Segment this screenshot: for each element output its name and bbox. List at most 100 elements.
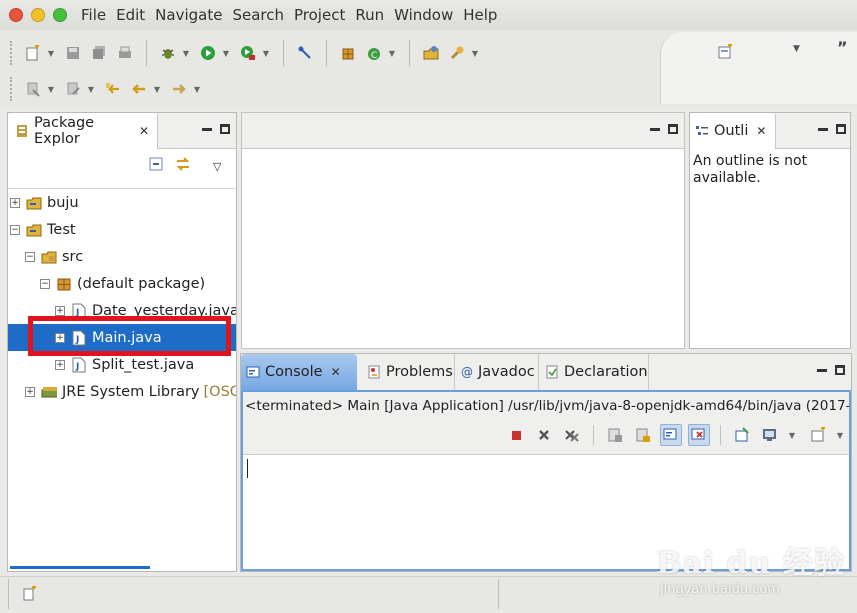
open-type-icon[interactable] xyxy=(420,42,442,64)
tab-package-explorer[interactable]: Package Explor ✕ xyxy=(8,113,158,149)
menu-search[interactable]: Search xyxy=(232,6,284,24)
forward-dropdown-icon[interactable]: ▼ xyxy=(192,78,202,100)
link-with-editor-icon[interactable] xyxy=(175,157,191,175)
expand-icon[interactable]: + xyxy=(25,386,35,397)
minimize-icon[interactable] xyxy=(818,128,828,131)
tree-item[interactable]: − (default package) xyxy=(8,270,236,297)
remove-launch-icon[interactable] xyxy=(533,424,555,446)
minimize-icon[interactable] xyxy=(650,128,660,131)
debug-icon[interactable] xyxy=(157,42,179,64)
save-all-icon[interactable] xyxy=(88,42,110,64)
menu-navigate[interactable]: Navigate xyxy=(155,6,222,24)
new-class-dropdown-icon[interactable]: ▼ xyxy=(387,42,397,64)
maximize-icon[interactable] xyxy=(835,365,845,375)
fast-view-icon[interactable] xyxy=(22,585,38,606)
tree-item[interactable]: + JRE System Library[OSGi, xyxy=(8,378,236,405)
window-maximize-button[interactable] xyxy=(53,8,67,22)
collapse-icon[interactable]: − xyxy=(40,278,50,289)
previous-annotation-icon[interactable] xyxy=(62,78,84,100)
tree-item[interactable]: − src xyxy=(8,243,236,270)
menu-run[interactable]: Run xyxy=(355,6,384,24)
tree-item[interactable]: − Test xyxy=(8,216,236,243)
save-icon[interactable] xyxy=(62,42,84,64)
window-close-button[interactable] xyxy=(9,8,23,22)
svg-text:J: J xyxy=(75,362,79,372)
expand-icon[interactable]: + xyxy=(55,305,65,316)
back-dropdown-icon[interactable]: ▼ xyxy=(152,78,162,100)
open-console-icon[interactable] xyxy=(807,424,829,446)
minimize-icon[interactable] xyxy=(817,369,827,372)
perspective-dropdown-icon[interactable]: ▼ xyxy=(793,44,800,54)
more-perspectives-icon[interactable]: ” xyxy=(837,38,848,57)
close-icon[interactable]: ✕ xyxy=(139,124,149,138)
run-icon[interactable] xyxy=(197,42,219,64)
toolbar-separator xyxy=(283,40,284,66)
next-annotation-icon[interactable] xyxy=(22,78,44,100)
new-icon[interactable] xyxy=(22,42,44,64)
tab-declaration[interactable]: Declaration xyxy=(541,354,649,390)
close-icon[interactable]: ✕ xyxy=(756,124,766,138)
new-java-package-icon[interactable] xyxy=(337,42,359,64)
tab-javadoc[interactable]: @ Javadoc xyxy=(457,354,539,390)
window-minimize-button[interactable] xyxy=(31,8,45,22)
tree-item[interactable]: + buju xyxy=(8,189,236,216)
terminate-icon[interactable] xyxy=(505,424,527,446)
collapse-all-icon[interactable] xyxy=(149,157,163,175)
library-icon xyxy=(41,384,57,400)
print-icon[interactable] xyxy=(114,42,136,64)
minimize-icon[interactable] xyxy=(202,128,212,131)
expand-icon[interactable]: + xyxy=(10,197,20,208)
menu-window[interactable]: Window xyxy=(394,6,453,24)
last-edit-location-icon[interactable] xyxy=(102,78,124,100)
previous-annotation-dropdown-icon[interactable]: ▼ xyxy=(86,78,96,100)
external-tools-icon[interactable] xyxy=(294,42,316,64)
toolbar-grip[interactable] xyxy=(10,41,14,65)
remove-all-terminated-icon[interactable] xyxy=(561,424,583,446)
tree-item-label: Split_test.java xyxy=(92,356,195,373)
tab-console[interactable]: Console ✕ xyxy=(241,354,357,390)
menu-help[interactable]: Help xyxy=(463,6,497,24)
maximize-icon[interactable] xyxy=(836,124,846,134)
search-icon[interactable] xyxy=(446,42,468,64)
menu-edit[interactable]: Edit xyxy=(116,6,145,24)
coverage-dropdown-icon[interactable]: ▼ xyxy=(261,42,271,64)
tree-item-label: JRE System Library xyxy=(62,383,200,400)
display-selected-console-icon[interactable] xyxy=(759,424,781,446)
maximize-icon[interactable] xyxy=(668,124,678,134)
tab-outline[interactable]: Outli ✕ xyxy=(690,113,776,149)
back-icon[interactable] xyxy=(128,78,150,100)
maximize-icon[interactable] xyxy=(220,124,230,134)
collapse-icon[interactable]: − xyxy=(25,251,35,262)
search-dropdown-icon[interactable]: ▼ xyxy=(470,42,480,64)
next-annotation-dropdown-icon[interactable]: ▼ xyxy=(46,78,56,100)
debug-dropdown-icon[interactable]: ▼ xyxy=(181,42,191,64)
show-on-stdout-icon[interactable] xyxy=(660,424,682,446)
status-separator xyxy=(8,579,9,609)
highlight-box xyxy=(28,316,231,356)
collapse-icon[interactable]: − xyxy=(10,224,20,235)
new-dropdown-icon[interactable]: ▼ xyxy=(46,42,56,64)
display-console-dropdown-icon[interactable]: ▼ xyxy=(787,424,797,446)
view-menu-icon[interactable]: ▽ xyxy=(213,160,221,173)
status-separator xyxy=(498,579,499,609)
console-text-cursor[interactable] xyxy=(247,459,248,478)
tree-item-suffix: [OSGi, xyxy=(203,383,236,400)
horizontal-scrollbar[interactable] xyxy=(10,566,150,569)
forward-icon[interactable] xyxy=(168,78,190,100)
tab-problems[interactable]: Problems xyxy=(363,354,455,390)
menu-project[interactable]: Project xyxy=(294,6,345,24)
scroll-lock-icon[interactable] xyxy=(632,424,654,446)
run-dropdown-icon[interactable]: ▼ xyxy=(221,42,231,64)
pin-console-icon[interactable] xyxy=(731,424,753,446)
coverage-icon[interactable] xyxy=(237,42,259,64)
expand-icon[interactable]: + xyxy=(55,359,65,370)
close-icon[interactable]: ✕ xyxy=(331,365,341,379)
open-perspective-icon[interactable] xyxy=(717,43,733,64)
menu-file[interactable]: File xyxy=(81,6,106,24)
open-console-dropdown-icon[interactable]: ▼ xyxy=(835,424,845,446)
toolbar-grip[interactable] xyxy=(10,77,14,101)
clear-console-icon[interactable] xyxy=(604,424,626,446)
show-on-stderr-icon[interactable] xyxy=(688,424,710,446)
editor-area xyxy=(241,112,685,349)
new-java-class-icon[interactable]: C xyxy=(363,42,385,64)
